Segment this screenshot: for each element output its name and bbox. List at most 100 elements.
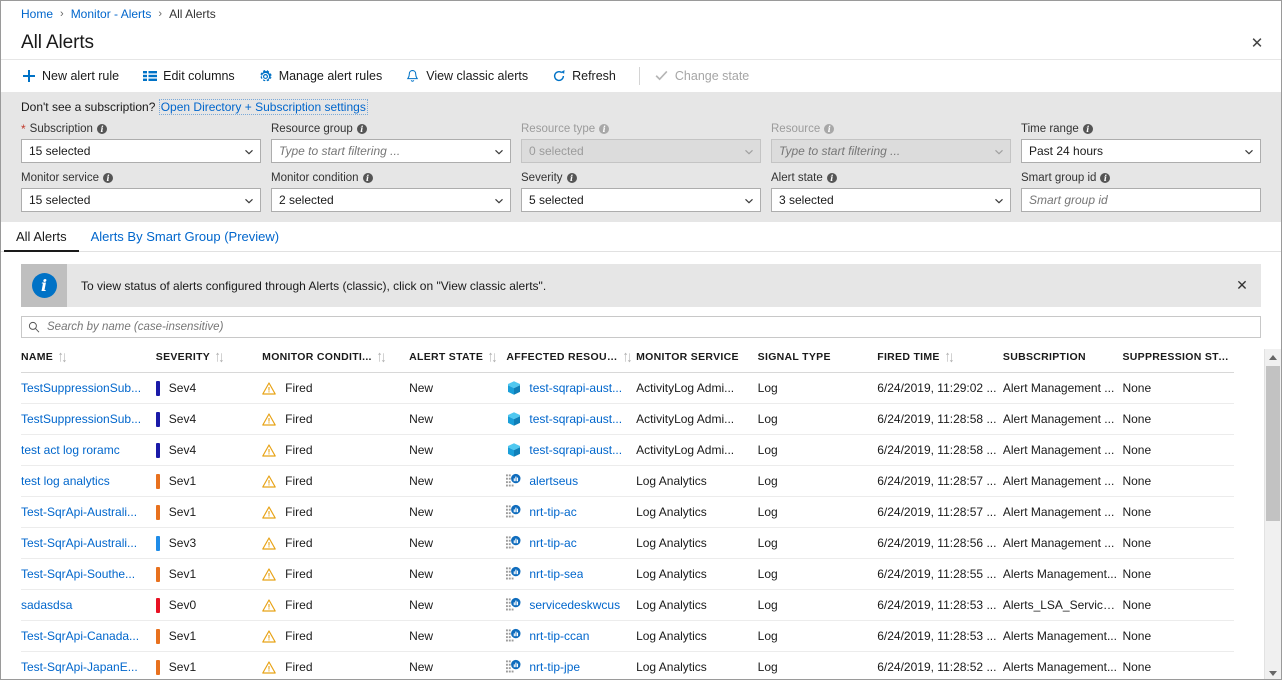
info-icon[interactable]: i <box>824 123 835 134</box>
alert-name-link[interactable]: TestSuppressionSub... <box>21 381 141 395</box>
resource-link[interactable]: nrt-tip-ccan <box>529 629 589 643</box>
cell-affected-resource[interactable]: test-sqrapi-aust... <box>506 403 637 435</box>
cell-affected-resource[interactable]: alertseus <box>506 465 637 497</box>
cell-name[interactable]: TestSuppressionSub... <box>21 372 156 404</box>
info-icon[interactable]: i <box>599 123 610 134</box>
sort-icon[interactable] <box>623 352 632 363</box>
cell-affected-resource[interactable]: nrt-tip-sea <box>506 558 637 590</box>
column-header-name[interactable]: NAME <box>21 340 156 373</box>
sort-icon[interactable] <box>58 352 67 363</box>
filter-resource-group-select[interactable]: Type to start filtering ... <box>271 139 511 163</box>
filter-subscription-select[interactable]: 15 selected <box>21 139 261 163</box>
cell-affected-resource[interactable]: test-sqrapi-aust... <box>506 372 637 404</box>
filter-time-range-select[interactable]: Past 24 hours <box>1021 139 1261 163</box>
info-icon[interactable]: i <box>102 172 113 183</box>
new-alert-rule-button[interactable]: New alert rule <box>21 63 129 89</box>
filter-severity-select[interactable]: 5 selected <box>521 188 761 212</box>
sort-icon[interactable] <box>215 352 224 363</box>
column-header-monitor-conditi[interactable]: MONITOR CONDITI... <box>262 340 410 373</box>
table-row[interactable]: Test-SqrApi-Southe... Sev1 Fired New nrt-tip… <box>21 558 1234 590</box>
alert-name-link[interactable]: Test-SqrApi-Australi... <box>21 536 137 550</box>
cell-name[interactable]: Test-SqrApi-Southe... <box>21 558 156 590</box>
cell-affected-resource[interactable]: servicedeskwcus <box>506 589 637 621</box>
resource-link[interactable]: nrt-tip-ac <box>529 536 576 550</box>
dismiss-banner-icon[interactable]: ✕ <box>1223 264 1261 307</box>
breadcrumb-item-home[interactable]: Home <box>21 7 53 21</box>
table-row[interactable]: test log analytics Sev1 Fired New alertseus L… <box>21 465 1234 497</box>
info-icon[interactable]: i <box>362 172 373 183</box>
cell-name[interactable]: Test-SqrApi-Australi... <box>21 496 156 528</box>
cell-affected-resource[interactable]: nrt-tip-ac <box>506 496 637 528</box>
cell-name[interactable]: test log analytics <box>21 465 156 497</box>
table-row[interactable]: TestSuppressionSub... Sev4 Fired New test-sq… <box>21 372 1234 404</box>
sort-icon[interactable] <box>945 352 954 363</box>
search-box[interactable] <box>21 316 1261 338</box>
table-row[interactable]: Test-SqrApi-Canada... Sev1 Fired New nrt-tip… <box>21 620 1234 652</box>
resource-link[interactable]: alertseus <box>529 474 578 488</box>
cell-name[interactable]: Test-SqrApi-Australi... <box>21 527 156 559</box>
alert-name-link[interactable]: test log analytics <box>21 474 110 488</box>
cell-name[interactable]: Test-SqrApi-Canada... <box>21 620 156 652</box>
resource-link[interactable]: test-sqrapi-aust... <box>529 381 622 395</box>
cell-name[interactable]: test act log roramc <box>21 434 156 466</box>
cell-affected-resource[interactable]: nrt-tip-ac <box>506 527 637 559</box>
filter-monitor-service-select[interactable]: 15 selected <box>21 188 261 212</box>
column-header-fired-time[interactable]: FIRED TIME <box>877 340 1003 373</box>
resource-link[interactable]: nrt-tip-sea <box>529 567 583 581</box>
cell-affected-resource[interactable]: nrt-tip-jpe <box>506 651 637 679</box>
column-header-severity[interactable]: SEVERITY <box>155 340 263 373</box>
search-input[interactable] <box>45 320 1254 334</box>
column-header-suppression-stat[interactable]: SUPPRESSION STAT... <box>1122 340 1234 373</box>
alert-name-link[interactable]: Test-SqrApi-Australi... <box>21 505 137 519</box>
cell-name[interactable]: sadasdsa <box>21 589 156 621</box>
info-icon[interactable]: i <box>826 172 837 183</box>
tab-all-alerts[interactable]: All Alerts <box>4 229 79 252</box>
table-row[interactable]: Test-SqrApi-JapanE... Sev1 Fired New nrt-tip… <box>21 651 1234 679</box>
info-icon[interactable]: i <box>1082 123 1093 134</box>
refresh-button[interactable]: Refresh <box>551 63 626 89</box>
table-row[interactable]: Test-SqrApi-Australi... Sev1 Fired New nrt-t… <box>21 496 1234 528</box>
resource-link[interactable]: servicedeskwcus <box>529 598 620 612</box>
table-row[interactable]: TestSuppressionSub... Sev4 Fired New test-sq… <box>21 403 1234 435</box>
filter-smart-group-id-input[interactable]: Smart group id <box>1021 188 1261 212</box>
cell-affected-resource[interactable]: nrt-tip-ccan <box>506 620 637 652</box>
resource-link[interactable]: test-sqrapi-aust... <box>529 443 622 457</box>
close-blade-icon[interactable]: ✕ <box>1245 31 1269 55</box>
column-header-subscription[interactable]: SUBSCRIPTION <box>1002 340 1123 373</box>
manage-alert-rules-button[interactable]: Manage alert rules <box>258 63 393 89</box>
column-header-monitor-service[interactable]: MONITOR SERVICE <box>636 340 758 373</box>
scrollbar-track[interactable] <box>1265 366 1281 664</box>
cell-affected-resource[interactable]: test-sqrapi-aust... <box>506 434 637 466</box>
alert-name-link[interactable]: test act log roramc <box>21 443 120 457</box>
resource-link[interactable]: test-sqrapi-aust... <box>529 412 622 426</box>
column-header-signal-type[interactable]: SIGNAL TYPE <box>757 340 878 373</box>
column-header-affected-resource[interactable]: AFFECTED RESOURCE <box>506 340 637 373</box>
alerts-list-scrollbar[interactable] <box>1264 349 1281 679</box>
resource-link[interactable]: nrt-tip-ac <box>529 505 576 519</box>
alert-name-link[interactable]: Test-SqrApi-JapanE... <box>21 660 138 674</box>
filter-monitor-condition-select[interactable]: 2 selected <box>271 188 511 212</box>
table-row[interactable]: test act log roramc Sev4 Fired New test-sqra… <box>21 434 1234 466</box>
alert-name-link[interactable]: sadasdsa <box>21 598 72 612</box>
info-icon[interactable]: i <box>566 172 577 183</box>
breadcrumb-item-monitor-alerts[interactable]: Monitor - Alerts <box>71 7 152 21</box>
tab-alerts-by-smart-group[interactable]: Alerts By Smart Group (Preview) <box>79 229 292 251</box>
filter-alert-state-select[interactable]: 3 selected <box>771 188 1011 212</box>
info-icon[interactable]: i <box>1100 172 1111 183</box>
table-row[interactable]: sadasdsa Sev0 Fired New servicedeskwcus Log A… <box>21 589 1234 621</box>
alert-name-link[interactable]: TestSuppressionSub... <box>21 412 141 426</box>
cell-name[interactable]: Test-SqrApi-JapanE... <box>21 651 156 679</box>
open-directory-subscription-settings-link[interactable]: Open Directory + Subscription settings <box>158 99 368 115</box>
resource-link[interactable]: nrt-tip-jpe <box>529 660 580 674</box>
scrollbar-thumb[interactable] <box>1266 366 1280 521</box>
alert-name-link[interactable]: Test-SqrApi-Southe... <box>21 567 135 581</box>
table-row[interactable]: Test-SqrApi-Australi... Sev3 Fired New nrt-t… <box>21 527 1234 559</box>
sort-icon[interactable] <box>377 352 386 363</box>
cell-name[interactable]: TestSuppressionSub... <box>21 403 156 435</box>
edit-columns-button[interactable]: Edit columns <box>142 63 245 89</box>
column-header-alert-state[interactable]: ALERT STATE <box>409 340 507 373</box>
view-classic-alerts-button[interactable]: View classic alerts <box>405 63 538 89</box>
info-icon[interactable]: i <box>96 123 107 134</box>
scroll-up-button[interactable] <box>1265 349 1281 366</box>
scroll-down-button[interactable] <box>1265 664 1281 679</box>
